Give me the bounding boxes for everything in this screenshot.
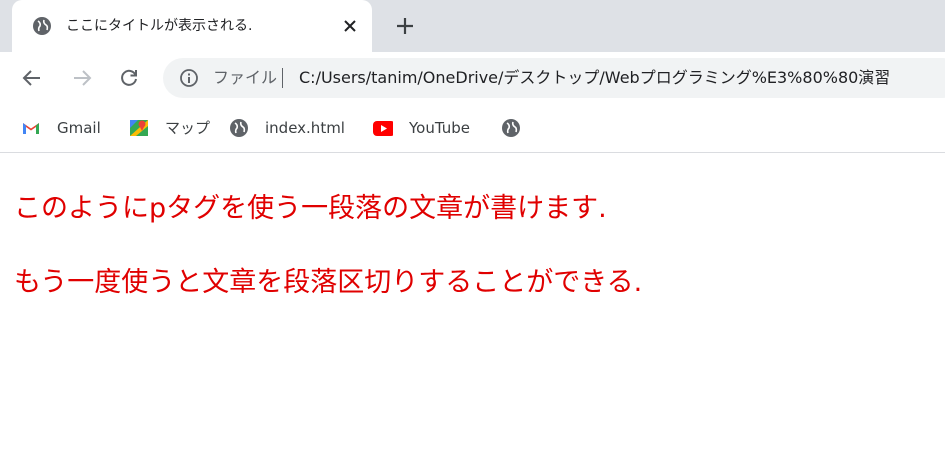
globe-icon: [502, 119, 520, 137]
scheme-label: ファイル: [213, 68, 278, 87]
new-tab-icon[interactable]: [394, 15, 416, 37]
bookmark-label: マップ: [165, 119, 211, 137]
divider: [282, 68, 283, 88]
bookmark-label: YouTube: [409, 119, 470, 137]
globe-icon: [230, 119, 248, 137]
tab-title: ここにタイトルが表示される.: [66, 18, 253, 34]
paragraph: このようにpタグを使う一段落の文章が書けます.: [14, 193, 607, 224]
back-icon[interactable]: [20, 66, 44, 90]
browser-tab[interactable]: ここにタイトルが表示される.: [12, 0, 372, 52]
gmail-icon: [23, 123, 39, 134]
maps-icon: [130, 120, 148, 136]
toolbar: ファイル C:/Users/tanim/OneDrive/デスクトップ/Webプ…: [0, 52, 945, 104]
paragraph: もう一度使うと文章を段落区切りすることができる.: [14, 267, 643, 298]
url-text[interactable]: C:/Users/tanim/OneDrive/デスクトップ/Webプログラミン…: [299, 68, 890, 88]
bookmarks-bar: Gmail マップ index.html YouTube: [0, 104, 945, 153]
bookmark-globe[interactable]: [501, 116, 521, 140]
address-bar[interactable]: ファイル C:/Users/tanim/OneDrive/デスクトップ/Webプ…: [163, 58, 945, 98]
bookmark-label: index.html: [265, 119, 345, 137]
reload-icon[interactable]: [117, 66, 141, 90]
bookmark-label: Gmail: [57, 119, 101, 137]
forward-icon[interactable]: [70, 66, 94, 90]
youtube-icon: [373, 121, 393, 136]
tab-strip: ここにタイトルが表示される.: [0, 0, 945, 52]
globe-icon: [33, 17, 51, 35]
close-icon[interactable]: [340, 16, 360, 36]
info-icon[interactable]: [179, 68, 199, 88]
